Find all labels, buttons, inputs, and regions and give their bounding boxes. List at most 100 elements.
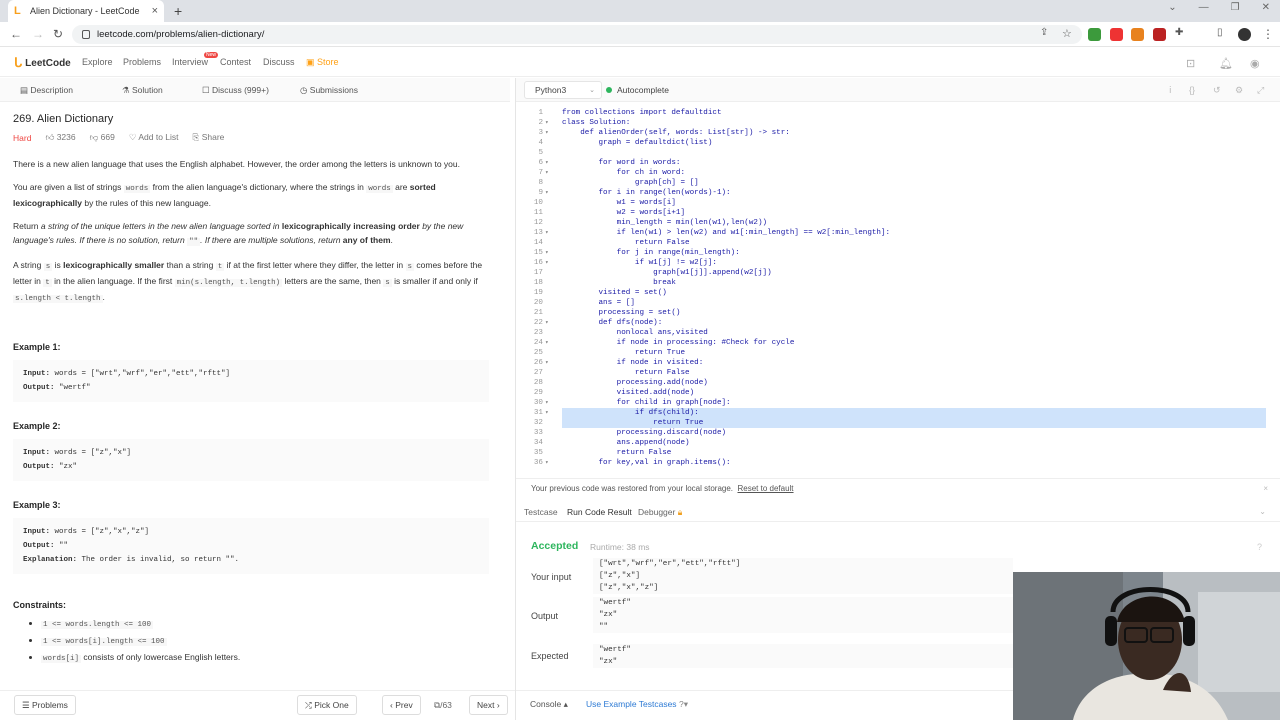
share-button[interactable]: ⎘ Share xyxy=(193,132,225,143)
metamask-icon[interactable] xyxy=(1131,28,1144,41)
code-line[interactable]: 3 ▾ def alienOrder(self, words: List[str]… xyxy=(516,128,1270,138)
code-line[interactable]: 21 processing = set() xyxy=(516,308,1270,318)
reload-icon[interactable]: ↻ xyxy=(53,27,63,41)
fold-arrow-icon[interactable]: ▾ xyxy=(545,168,549,178)
close-icon[interactable]: × xyxy=(1263,484,1268,493)
fold-arrow-icon[interactable]: ▾ xyxy=(545,128,549,138)
code-line[interactable]: 19 visited = set() xyxy=(516,288,1270,298)
tab-submissions[interactable]: ◷ Submissions xyxy=(300,85,358,96)
dislike-button[interactable]: 👎︎ 669 xyxy=(90,132,115,143)
bookmark-star-icon[interactable]: ☆ xyxy=(1062,27,1072,40)
logo[interactable]: ᒐ LeetCode xyxy=(14,55,71,71)
tab-debugger[interactable]: Debugger 🔒︎ xyxy=(638,507,682,518)
code-line[interactable]: 9 ▾ for i in range(len(words)-1): xyxy=(516,188,1270,198)
code-line[interactable]: 4 graph = defaultdict(list) xyxy=(516,138,1270,148)
extension-icon[interactable] xyxy=(1088,28,1101,41)
user-icon[interactable]: ◉ xyxy=(1250,57,1262,70)
chevron-down-icon[interactable]: ⌄ xyxy=(1259,507,1266,516)
nav-contest[interactable]: Contest xyxy=(220,57,251,67)
code-line[interactable]: 28 processing.add(node) xyxy=(516,378,1270,388)
use-example-testcases-link[interactable]: Use Example Testcases xyxy=(586,699,677,709)
console-toggle[interactable]: Console ▴ xyxy=(530,699,568,710)
code-line[interactable]: 12 min_length = min(len(w1),len(w2)) xyxy=(516,218,1270,228)
close-window-icon[interactable]: ✕ xyxy=(1262,2,1270,13)
nav-explore[interactable]: Explore xyxy=(82,57,113,67)
profile-avatar[interactable] xyxy=(1238,28,1251,41)
code-line[interactable]: 34 ans.append(node) xyxy=(516,438,1270,448)
fold-arrow-icon[interactable]: ▾ xyxy=(545,338,549,348)
nav-store[interactable]: ▣ Store xyxy=(306,57,339,68)
help-icon[interactable]: ?▾ xyxy=(679,699,688,710)
code-line[interactable]: 25 return True xyxy=(516,348,1270,358)
autocomplete-toggle[interactable]: Autocomplete xyxy=(606,85,669,95)
braces-icon[interactable]: {} xyxy=(1189,85,1195,95)
code-line[interactable]: 8 graph[ch] = [] xyxy=(516,178,1270,188)
new-tab-icon[interactable]: + xyxy=(174,3,182,19)
fold-arrow-icon[interactable]: ▾ xyxy=(545,258,549,268)
fold-arrow-icon[interactable]: ▾ xyxy=(545,118,549,128)
code-line[interactable]: 18 break xyxy=(516,278,1270,288)
nav-interview[interactable]: Interview xyxy=(172,57,208,67)
fold-arrow-icon[interactable]: ▾ xyxy=(545,158,549,168)
code-line[interactable]: 5 xyxy=(516,148,1270,158)
fold-arrow-icon[interactable]: ▾ xyxy=(545,248,549,258)
tab-discuss[interactable]: ☐ Discuss (999+) xyxy=(202,85,269,96)
code-line[interactable]: 31 ▾ if dfs(child): xyxy=(516,408,1270,418)
code-line[interactable]: 16 ▾ if w1[j] != w2[j]: xyxy=(516,258,1270,268)
url-bar[interactable]: leetcode.com/problems/alien-dictionary/ xyxy=(72,25,1082,44)
fold-arrow-icon[interactable]: ▾ xyxy=(545,188,549,198)
puzzle-icon[interactable]: ✚ xyxy=(1175,27,1183,38)
problems-list-button[interactable]: ☰ Problems xyxy=(14,695,76,715)
code-line[interactable]: 26 ▾ if node in visited: xyxy=(516,358,1270,368)
fold-arrow-icon[interactable]: ▾ xyxy=(545,228,549,238)
code-line[interactable]: 24 ▾ if node in processing: #Check for cy… xyxy=(516,338,1270,348)
browser-tab[interactable]: L Alien Dictionary - LeetCode × xyxy=(8,0,164,22)
code-line[interactable]: 36 ▾ for key,val in graph.items(): xyxy=(516,458,1270,468)
fullscreen-icon[interactable]: ⤢ xyxy=(1257,85,1264,96)
add-to-list-button[interactable]: ♡ Add to List xyxy=(129,132,179,143)
reset-to-default-link[interactable]: Reset to default xyxy=(737,484,793,493)
fold-arrow-icon[interactable]: ▾ xyxy=(545,318,549,328)
sidebar-icon[interactable]: ▯ xyxy=(1217,27,1223,38)
restore-icon[interactable]: ❐ xyxy=(1231,2,1240,13)
fold-arrow-icon[interactable]: ▾ xyxy=(545,358,549,368)
prev-button[interactable]: ‹ Prev xyxy=(382,695,421,715)
extension-icon[interactable] xyxy=(1110,28,1123,41)
code-line[interactable]: 30 ▾ for child in graph[node]: xyxy=(516,398,1270,408)
code-line[interactable]: 10 w1 = words[i] xyxy=(516,198,1270,208)
tab-solution[interactable]: ⚗ Solution xyxy=(122,85,163,96)
fold-arrow-icon[interactable]: ▾ xyxy=(545,398,549,408)
language-select[interactable]: Python3 ⌄ xyxy=(524,81,602,99)
code-line[interactable]: 7 ▾ for ch in word: xyxy=(516,168,1270,178)
code-editor[interactable]: 1 from collections import defaultdict 2 ▾ cl… xyxy=(516,108,1270,472)
nav-problems[interactable]: Problems xyxy=(123,57,161,67)
code-line[interactable]: 15 ▾ for j in range(min_length): xyxy=(516,248,1270,258)
reset-icon[interactable]: ↺ xyxy=(1213,85,1221,96)
next-button[interactable]: Next › xyxy=(469,695,508,715)
extension-icon[interactable] xyxy=(1153,28,1166,41)
code-line[interactable]: 33 processing.discard(node) xyxy=(516,428,1270,438)
code-line[interactable]: 6 ▾ for word in words: xyxy=(516,158,1270,168)
info-icon[interactable]: ⅰ xyxy=(1169,85,1172,96)
playground-icon[interactable]: ⊡ xyxy=(1186,57,1198,70)
help-icon[interactable]: ? xyxy=(1257,542,1262,552)
code-line[interactable]: 2 ▾ class Solution: xyxy=(516,118,1270,128)
tab-description[interactable]: ▤ Description xyxy=(20,85,73,96)
chevron-down-icon[interactable]: ⌄ xyxy=(1168,2,1176,13)
code-line[interactable]: 23 nonlocal ans,visited xyxy=(516,328,1270,338)
code-line[interactable]: 17 graph[w1[j]].append(w2[j]) xyxy=(516,268,1270,278)
code-line[interactable]: 22 ▾ def dfs(node): xyxy=(516,318,1270,328)
code-line[interactable]: 14 return False xyxy=(516,238,1270,248)
close-tab-icon[interactable]: × xyxy=(152,5,158,17)
like-button[interactable]: 👍︎ 3236 xyxy=(45,132,75,143)
fold-arrow-icon[interactable]: ▾ xyxy=(545,408,549,418)
code-line[interactable]: 27 return False xyxy=(516,368,1270,378)
settings-icon[interactable]: ⚙ xyxy=(1235,85,1243,96)
fold-arrow-icon[interactable]: ▾ xyxy=(545,458,549,468)
code-line[interactable]: 35 return False xyxy=(516,448,1270,458)
pick-one-button[interactable]: ⤮ Pick One xyxy=(297,695,357,715)
code-line[interactable]: 32 return True xyxy=(516,418,1270,428)
share-page-icon[interactable]: ⇪ xyxy=(1040,27,1048,38)
back-icon[interactable]: ← xyxy=(10,27,22,41)
tab-run-code-result[interactable]: Run Code Result xyxy=(567,507,632,517)
